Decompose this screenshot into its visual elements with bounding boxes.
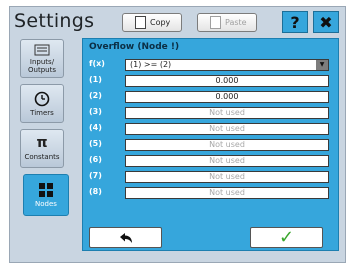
tab-timers[interactable]: Timers [20,84,64,123]
back-button[interactable] [89,227,162,248]
node-settings-panel: Overflow (Node !) f(x) (1) >= (2) ▼ (1) … [82,38,339,251]
param-label: (1) [89,75,102,84]
param-row: (6) Not used [89,155,329,167]
param-8-field[interactable]: Not used [125,187,329,199]
param-label: (2) [89,91,102,100]
param-5-field[interactable]: Not used [125,139,329,151]
tab-timers-label: Timers [30,108,54,117]
function-row: f(x) (1) >= (2) ▼ [89,59,329,71]
pi-icon: π [36,135,48,151]
copy-button[interactable]: Copy [122,13,182,32]
param-label: (6) [89,155,102,164]
dropdown-arrow-icon: ▼ [316,60,328,70]
tab-nodes[interactable]: Nodes [23,174,69,216]
param-row: (3) Not used [89,107,329,119]
param-row: (8) Not used [89,187,329,199]
param-row: (2) 0.000 [89,91,329,103]
param-label: (7) [89,171,102,180]
paste-label: Paste [225,18,247,27]
tab-inputs-outputs[interactable]: Inputs/ Outputs [20,39,64,78]
param-row: (4) Not used [89,123,329,135]
paste-button[interactable]: Paste [197,13,257,32]
function-select[interactable]: (1) >= (2) ▼ [125,59,329,71]
panel-title: Overflow (Node !) [89,42,180,52]
param-label: (3) [89,107,102,116]
param-label: (5) [89,139,102,148]
param-2-field[interactable]: 0.000 [125,91,329,103]
param-label: (8) [89,187,102,196]
param-label: (4) [89,123,102,132]
nodes-grid-icon [39,183,53,197]
param-row: (1) 0.000 [89,75,329,87]
function-label: f(x) [89,59,105,68]
function-value: (1) >= (2) [130,60,172,69]
settings-screen: Settings Copy Paste ? ✖ Inputs/ Outputs … [9,6,346,263]
close-icon: ✖ [319,12,333,32]
tab-constants-label: Constants [24,153,60,161]
help-button[interactable]: ? [282,11,308,33]
param-1-field[interactable]: 0.000 [125,75,329,87]
param-6-field[interactable]: Not used [125,155,329,167]
clock-icon [34,91,50,106]
paste-icon [210,16,221,29]
param-row: (7) Not used [89,171,329,183]
param-3-field[interactable]: Not used [125,107,329,119]
param-4-field[interactable]: Not used [125,123,329,135]
tab-constants[interactable]: π Constants [20,129,64,168]
param-row: (5) Not used [89,139,329,151]
back-arrow-icon [119,232,132,243]
copy-icon [135,16,146,29]
close-button[interactable]: ✖ [313,11,339,33]
tab-inputs-outputs-label: Inputs/ Outputs [28,57,56,74]
ok-button[interactable]: ✓ [250,227,323,248]
checkmark-icon: ✓ [278,227,295,248]
copy-label: Copy [150,18,171,27]
page-title: Settings [14,10,95,32]
input-output-icon [34,44,50,55]
tab-nodes-label: Nodes [35,200,57,208]
param-7-field[interactable]: Not used [125,171,329,183]
help-icon: ? [290,12,300,32]
